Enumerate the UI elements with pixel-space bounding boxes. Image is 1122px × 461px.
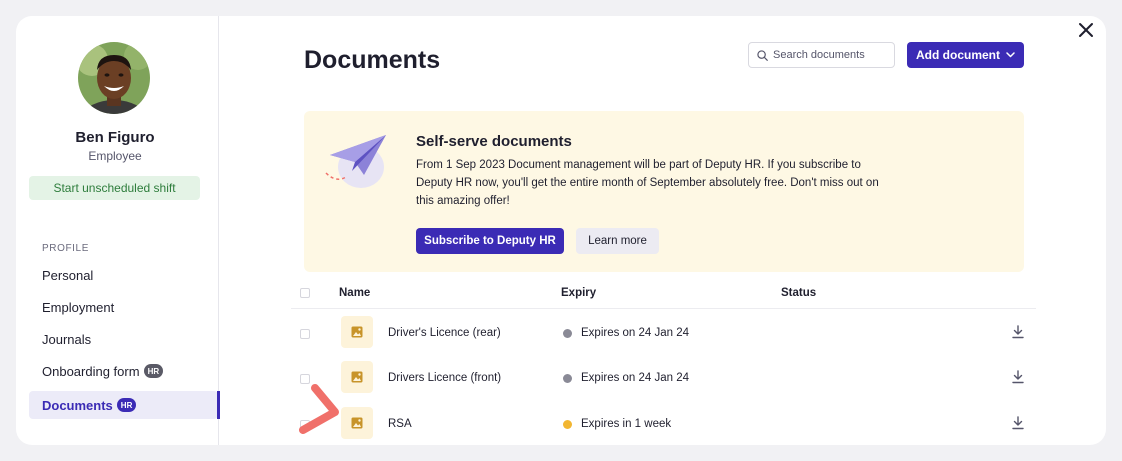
clock-icon bbox=[563, 328, 572, 338]
banner-text: From 1 Sep 2023 Document management will… bbox=[416, 159, 879, 207]
sidebar-item-label: Personal bbox=[42, 267, 94, 283]
image-file-icon bbox=[341, 407, 373, 439]
sidebar-item-documents[interactable]: Documents HR bbox=[29, 391, 220, 419]
document-name[interactable]: Driver's Licence (rear) bbox=[388, 327, 501, 339]
expiry-text: Expires in 1 week bbox=[581, 418, 672, 430]
expiry-text: Expires on 24 Jan 24 bbox=[581, 327, 690, 339]
add-document-label: Add document bbox=[916, 48, 1000, 62]
document-name[interactable]: Drivers Licence (front) bbox=[388, 372, 501, 384]
sidebar-item-label: Onboarding form bbox=[42, 363, 140, 379]
sidebar-item-employment[interactable]: Employment bbox=[29, 293, 218, 321]
profile-sidebar: Ben Figuro Employee Start unscheduled sh… bbox=[16, 16, 220, 445]
paper-plane-icon bbox=[325, 135, 386, 188]
expiry-cell: Expires on 24 Jan 24 bbox=[563, 372, 689, 384]
chevron-down-icon bbox=[1006, 52, 1015, 58]
start-shift-button[interactable]: Start unscheduled shift bbox=[29, 176, 200, 200]
section-label-profile: PROFILE bbox=[42, 243, 89, 254]
annotation-arrow-icon bbox=[299, 384, 339, 434]
page-title: Documents bbox=[304, 46, 441, 74]
table-row[interactable]: Driver's Licence (rear) Expires on 24 Ja… bbox=[291, 311, 1036, 356]
download-icon[interactable] bbox=[1012, 370, 1024, 384]
select-all-checkbox[interactable] bbox=[300, 288, 310, 298]
search-icon bbox=[757, 49, 768, 61]
subscribe-button[interactable]: Subscribe to Deputy HR bbox=[416, 228, 564, 254]
avatar bbox=[78, 42, 150, 114]
clock-icon bbox=[563, 419, 572, 429]
table-row[interactable]: Drivers Licence (front) Expires on 24 Ja… bbox=[291, 356, 1036, 401]
sidebar-item-label: Journals bbox=[42, 331, 92, 347]
clock-icon bbox=[563, 373, 572, 383]
banner-title: Self-serve documents bbox=[416, 133, 572, 150]
download-icon[interactable] bbox=[1012, 416, 1024, 430]
search-box[interactable] bbox=[748, 42, 895, 68]
expiry-cell: Expires on 24 Jan 24 bbox=[563, 327, 689, 339]
column-header-name: Name bbox=[339, 287, 371, 299]
sidebar-item-onboarding-form[interactable]: Onboarding form HR bbox=[29, 357, 218, 385]
download-icon[interactable] bbox=[1012, 325, 1024, 339]
table-row[interactable]: RSA Expires in 1 week bbox=[291, 402, 1036, 445]
image-file-icon bbox=[341, 361, 373, 393]
document-name[interactable]: RSA bbox=[388, 418, 412, 430]
hr-badge: HR bbox=[143, 364, 164, 378]
expiry-cell: Expires in 1 week bbox=[563, 418, 671, 430]
row-checkbox[interactable] bbox=[300, 329, 310, 339]
learn-more-button[interactable]: Learn more bbox=[576, 228, 659, 254]
close-icon[interactable] bbox=[1076, 20, 1096, 40]
user-role: Employee bbox=[88, 149, 142, 163]
user-name: Ben Figuro bbox=[75, 129, 155, 146]
divider bbox=[291, 308, 1036, 309]
sidebar-item-label: Employment bbox=[42, 299, 115, 315]
image-file-icon bbox=[341, 316, 373, 348]
sidebar-item-label: Documents bbox=[42, 397, 113, 413]
column-header-expiry: Expiry bbox=[561, 287, 597, 299]
expiry-text: Expires on 24 Jan 24 bbox=[581, 372, 690, 384]
profile-modal: Ben Figuro Employee Start unscheduled sh… bbox=[16, 16, 1106, 445]
self-serve-banner: Self-serve documents From 1 Sep 2023 Doc… bbox=[304, 111, 1024, 272]
row-checkbox[interactable] bbox=[300, 374, 310, 384]
sidebar-item-personal[interactable]: Personal bbox=[29, 261, 218, 289]
hr-badge: HR bbox=[116, 398, 137, 412]
sidebar-item-journals[interactable]: Journals bbox=[29, 325, 218, 353]
add-document-button[interactable]: Add document bbox=[907, 42, 1024, 68]
column-header-status: Status bbox=[781, 287, 817, 299]
search-input[interactable] bbox=[773, 49, 883, 61]
